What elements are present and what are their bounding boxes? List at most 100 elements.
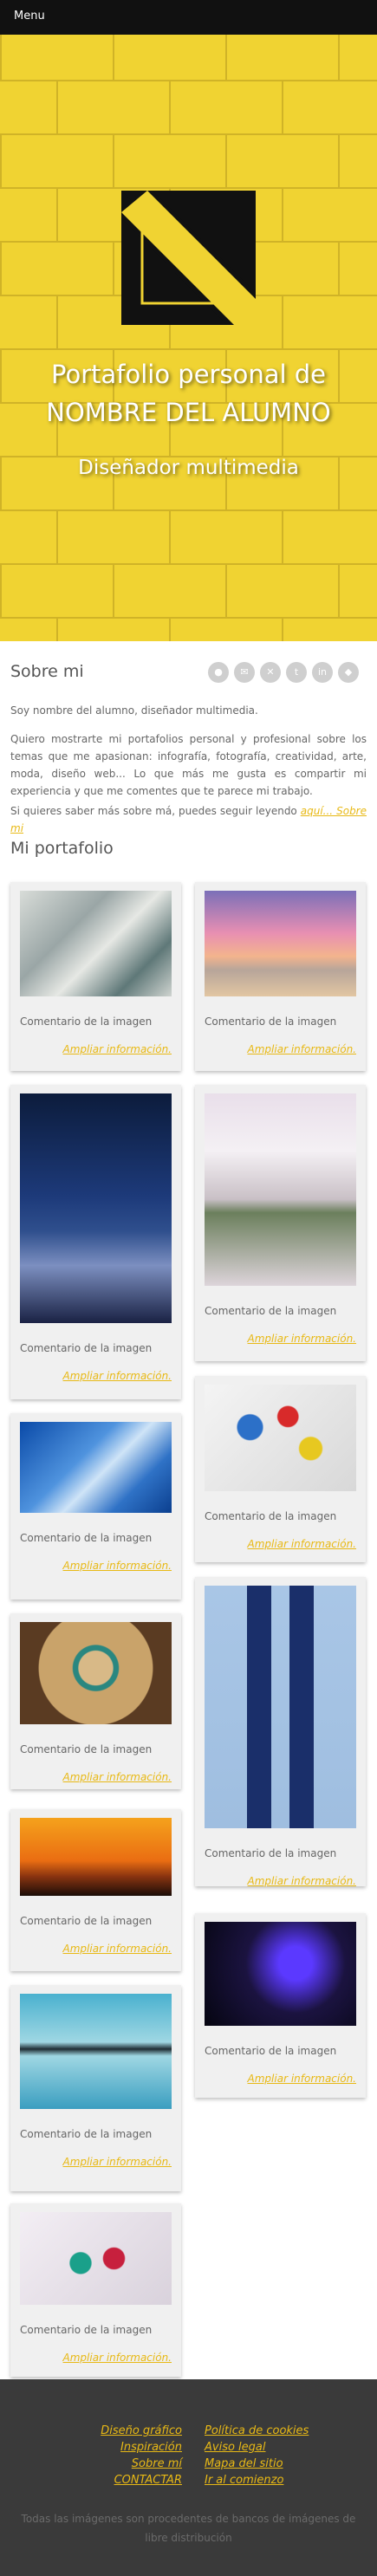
shoes-pair-photo[interactable] [205,1586,356,1828]
image-comment: Comentario de la imagen [205,1305,337,1317]
brick [169,80,282,133]
image-comment: Comentario de la imagen [20,2128,153,2140]
generic-social-icon[interactable]: ◆ [338,662,359,683]
more-info-link[interactable]: Ampliar información. [248,1043,356,1055]
more-info-link[interactable]: Ampliar información. [63,1771,172,1783]
footer-link-mapa[interactable]: Mapa del sitio [205,2457,283,2470]
brick [169,509,282,563]
brick [56,509,169,563]
brick [0,133,113,187]
brick [225,563,338,617]
more-info-link[interactable]: Ampliar información. [63,1043,172,1055]
brick [113,563,225,617]
hero-subtitle: Diseñador multimedia [78,457,299,479]
xing-icon[interactable]: ✕ [260,662,281,683]
footer-link-diseno-grafico[interactable]: Diseño gráfico [43,2424,182,2437]
footer: Diseño gráfico Inspiración Sobre mí CONT… [0,2379,377,2576]
footer-note: Todas las imágenes son procedentes de ba… [21,2513,356,2544]
email-icon[interactable]: ✉ [234,662,255,683]
nail-polish-photo[interactable] [20,2212,172,2305]
brick [113,133,225,187]
footer-link-aviso-legal[interactable]: Aviso legal [205,2441,266,2454]
brick [338,133,377,187]
brick [56,80,169,133]
image-comment: Comentario de la imagen [20,1015,153,1028]
image-comment: Comentario de la imagen [20,1743,153,1755]
footer-link-cookies[interactable]: Política de cookies [205,2424,309,2437]
more-info-link[interactable]: Ampliar información. [63,2352,172,2364]
about-paragraph-3-text: Si quieres saber más sobre má, puedes se… [10,805,301,817]
portfolio-card: Comentario de la imagen Ampliar informaci… [195,1376,366,1562]
image-comment: Comentario de la imagen [20,1342,153,1354]
footer-link-sobre-mi[interactable]: Sobre mí [43,2457,182,2470]
portfolio-card: Comentario de la imagen Ampliar informaci… [10,2203,181,2377]
more-info-link[interactable]: Ampliar información. [63,2156,172,2168]
about-paragraph-1: Soy nombre del alumno, diseñador multime… [10,704,258,717]
more-info-link[interactable]: Ampliar información. [248,1538,356,1550]
hero-title-line2: NOMBRE DEL ALUMNO [46,398,331,427]
brick [225,133,338,187]
brick [0,617,56,641]
github-icon[interactable]: ● [208,662,229,683]
image-comment: Comentario de la imagen [205,1510,337,1522]
portfolio-card: Comentario de la imagen Ampliar informaci… [10,1085,181,1399]
portfolio-card: Comentario de la imagen Ampliar informaci… [195,882,366,1071]
portfolio-card: Comentario de la imagen Ampliar informaci… [10,1809,181,1971]
girl-window-photo[interactable] [205,1093,356,1286]
feathers-photo[interactable] [20,891,172,996]
brick [169,617,282,641]
more-info-link[interactable]: Ampliar información. [63,1370,172,1382]
orange-sunset-photo[interactable] [20,1818,172,1896]
twitter-icon[interactable]: t [286,662,307,683]
brick [338,35,377,80]
brick [282,295,377,348]
paint-palette-photo[interactable] [205,1385,356,1491]
image-comment: Comentario de la imagen [205,1847,337,1859]
glitter-face-photo[interactable] [205,1922,356,2026]
brick [338,563,377,617]
about-paragraph-3: Si quieres saber más sobre má, puedes se… [10,802,367,837]
more-info-link[interactable]: Ampliar información. [248,2073,356,2085]
image-comment: Comentario de la imagen [205,2045,337,2057]
brick [282,80,377,133]
brick [0,187,56,241]
linkedin-icon[interactable]: in [312,662,333,683]
ice-cave-photo[interactable] [20,1422,172,1513]
portfolio-card: Comentario de la imagen Ampliar informaci… [195,1577,366,1887]
more-info-link[interactable]: Ampliar información. [248,1333,356,1345]
brick [0,241,113,295]
brick [338,241,377,295]
portfolio-heading: Mi portafolio [10,839,114,858]
portfolio-card: Comentario de la imagen Ampliar informaci… [10,882,181,1071]
brick [113,35,225,80]
brick [0,509,56,563]
night-sky-city-photo[interactable] [20,1093,172,1323]
reflection-silhouette-photo[interactable] [20,1994,172,2109]
brick [225,35,338,80]
brick [56,617,169,641]
portfolio-card: Comentario de la imagen Ampliar informaci… [10,1613,181,1789]
about-paragraph-2: Quiero mostrarte mi portafolios personal… [10,733,367,797]
more-info-link[interactable]: Ampliar información. [63,1560,172,1572]
brick [0,80,56,133]
portfolio-card: Comentario de la imagen Ampliar informaci… [10,1413,181,1599]
hero-title: Portafolio personal de NOMBRE DEL ALUMNO [0,355,377,431]
portfolio-card: Comentario de la imagen Ampliar informaci… [195,1913,366,2098]
beach-sunset-photo[interactable] [205,891,356,996]
image-comment: Comentario de la imagen [20,1532,153,1544]
footer-link-contactar[interactable]: CONTACTAR [43,2474,182,2487]
image-comment: Comentario de la imagen [205,1015,337,1028]
portfolio-card: Comentario de la imagen Ampliar informaci… [10,1985,181,2191]
footer-link-comienzo[interactable]: Ir al comienzo [205,2474,283,2487]
brick [282,617,377,641]
more-info-link[interactable]: Ampliar información. [63,1943,172,1955]
footer-link-inspiracion[interactable]: Inspiración [43,2441,182,2454]
brick [282,509,377,563]
woman-wheel-photo[interactable] [20,1622,172,1724]
logo-icon [121,191,256,325]
brick [0,295,56,348]
portfolio-card: Comentario de la imagen Ampliar informaci… [195,1085,366,1361]
menu-button[interactable]: Menu [14,10,45,23]
hero-title-line1: Portafolio personal de [51,360,326,389]
more-info-link[interactable]: Ampliar información. [248,1875,356,1887]
